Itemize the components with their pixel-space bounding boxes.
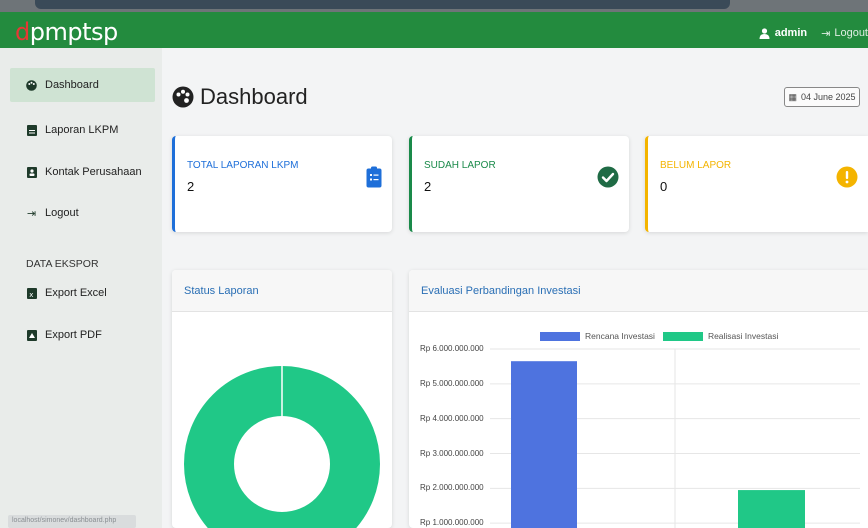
palette-icon — [26, 79, 37, 91]
address-book-icon — [26, 166, 37, 178]
sidebar-item-label: Export PDF — [45, 329, 102, 341]
sidebar-item-label: Kontak Perusahaan — [45, 166, 142, 178]
panel-title: Evaluasi Perbandingan Investasi — [409, 270, 868, 312]
y-tick-label: Rp 5.000.000.000 — [420, 378, 484, 388]
sidebar-item-label: Dashboard — [45, 79, 99, 91]
card-value: 0 — [660, 179, 668, 194]
y-tick-label: Rp 2.000.000.000 — [420, 483, 484, 493]
card-belum-lapor: BELUM LAPOR 0 — [645, 136, 868, 232]
card-value: 2 — [187, 179, 195, 194]
chart-legend: Rencana Investasi Realisasi Investasi — [540, 331, 778, 341]
y-tick-label: Rp 4.000.000.000 — [420, 413, 484, 423]
brand-logo[interactable]: dpmptsp — [15, 18, 118, 46]
y-tick-label: Rp 3.000.000.000 — [420, 448, 484, 458]
sidebar-item-export-pdf[interactable]: Export PDF — [10, 318, 155, 352]
sidebar-item-label: Export Excel — [45, 287, 107, 299]
topbar-logout-label: Logout — [834, 27, 868, 39]
sidebar-item-dashboard[interactable]: Dashboard — [10, 68, 155, 102]
file-icon — [26, 124, 37, 136]
y-tick-label: Rp 1.000.000.000 — [420, 518, 484, 528]
status-url: localhost/simonev/dashboard.php — [8, 515, 136, 528]
topbar-logout-link[interactable]: ⇥ Logout — [821, 27, 868, 40]
legend-swatch — [662, 331, 703, 341]
topbar: dpmptsp admin ⇥ Logout — [0, 12, 868, 48]
page-title-text: Dashboard — [200, 84, 308, 109]
date-button[interactable]: ▦ 04 June 2025 — [784, 87, 860, 107]
y-tick-label: Rp 6.000.000.000 — [420, 344, 484, 353]
page-title: Dashboard — [172, 84, 308, 110]
sidebar-section-heading: DATA EKSPOR — [26, 258, 99, 270]
sign-out-icon: ⇥ — [821, 27, 831, 40]
sidebar-item-logout[interactable]: ⇥ Logout — [10, 196, 155, 230]
card-label: BELUM LAPOR — [660, 160, 732, 171]
check-circle-icon — [597, 166, 619, 188]
pie-chart — [184, 366, 380, 528]
sidebar-item-label: Logout — [45, 207, 79, 219]
svg-text:x: x — [29, 291, 33, 299]
address-bar — [35, 0, 730, 9]
legend-swatch — [540, 331, 580, 341]
card-label: TOTAL LAPORAN LKPM — [187, 160, 299, 171]
file-excel-icon: x — [26, 287, 37, 299]
sidebar-item-laporan-lkpm[interactable]: Laporan LKPM — [10, 113, 155, 147]
sidebar-item-label: Laporan LKPM — [45, 124, 119, 136]
panel-title: Status Laporan — [172, 270, 392, 312]
legend-label: Realisasi Investasi — [707, 331, 779, 341]
user-icon — [759, 27, 770, 39]
topbar-right: admin ⇥ Logout — [759, 24, 868, 42]
user-menu[interactable]: admin — [759, 27, 807, 39]
palette-icon — [172, 86, 194, 108]
legend-label: Rencana Investasi — [585, 331, 655, 341]
browser-strip — [0, 0, 868, 12]
card-sudah-lapor: SUDAH LAPOR 2 — [409, 136, 629, 232]
file-pdf-icon — [26, 329, 37, 341]
card-label: SUDAH LAPOR — [424, 160, 496, 171]
user-name: admin — [774, 27, 808, 39]
exclamation-circle-icon — [836, 166, 858, 188]
panel-status-laporan: Status Laporan — [172, 270, 392, 528]
card-total-laporan: TOTAL LAPORAN LKPM 2 — [172, 136, 392, 232]
sidebar-item-kontak-perusahaan[interactable]: Kontak Perusahaan — [10, 155, 155, 189]
sign-out-icon: ⇥ — [26, 207, 37, 220]
date-label: 04 June 2025 — [800, 92, 856, 102]
sidebar: Dashboard Laporan LKPM Kontak Perusahaan… — [0, 48, 162, 528]
sidebar-item-export-excel[interactable]: x Export Excel — [10, 276, 155, 310]
clipboard-list-icon — [363, 166, 385, 188]
calendar-icon: ▦ — [788, 91, 797, 102]
card-value: 2 — [424, 179, 432, 194]
